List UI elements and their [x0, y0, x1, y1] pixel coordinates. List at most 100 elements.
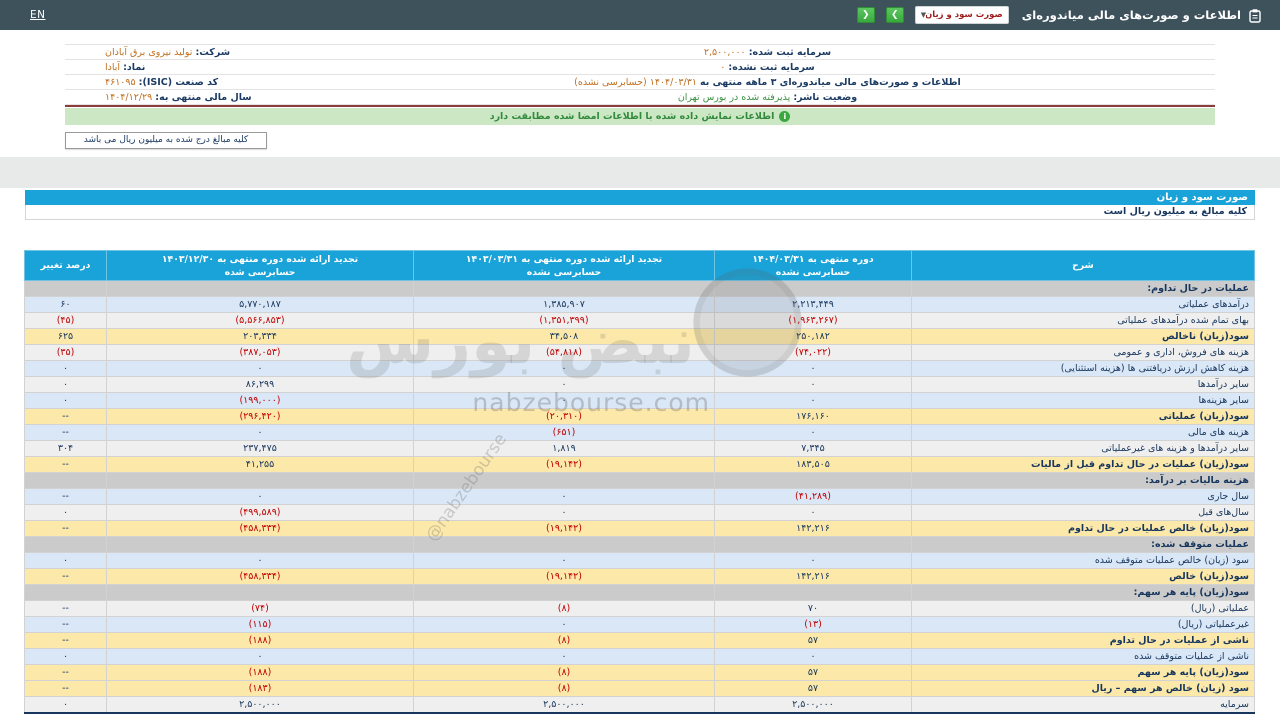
- cell-pct: --: [25, 425, 107, 441]
- cell-v1: ۷,۳۴۵: [715, 441, 912, 457]
- cell-v1: ۰: [715, 361, 912, 377]
- signature-match-notice: i اطلاعات نمایش داده شده با اطلاعات امضا…: [65, 108, 1215, 125]
- cell-desc: سرمایه: [912, 697, 1255, 713]
- prev-statement-button[interactable]: ❮: [857, 7, 875, 23]
- table-row: هزینه کاهش ارزش دریافتنی ها (هزینه استثن…: [25, 361, 1255, 377]
- table-row: سود (زیان) خالص هر سهم – ریال۵۷(۸)(۱۸۳)-…: [25, 681, 1255, 697]
- cell-v1: ۰: [715, 425, 912, 441]
- cell-v1: [715, 473, 912, 489]
- cell-v3: (۱۹۹,۰۰۰): [107, 393, 414, 409]
- header-restated-annual: تجدید ارائه شده دوره منتهی به ۱۴۰۳/۱۲/۳۰…: [107, 251, 414, 281]
- cell-pct: --: [25, 521, 107, 537]
- cell-v2: (۱,۳۵۱,۳۹۹): [414, 313, 715, 329]
- amounts-unit-button[interactable]: کلیه مبالغ درج شده به میلیون ریال می باش…: [65, 132, 267, 149]
- isic-value: ۴۶۱۰۹۵: [105, 77, 136, 88]
- cell-v3: ۰: [107, 553, 414, 569]
- language-toggle-en[interactable]: EN: [30, 9, 46, 21]
- cell-desc: سایر درآمدها: [912, 377, 1255, 393]
- cell-pct: ۰: [25, 361, 107, 377]
- registered-capital-label: سرمایه ثبت شده:: [749, 47, 831, 58]
- table-row: ناشی از عملیات در حال تداوم۵۷(۸)(۱۸۸)--: [25, 633, 1255, 649]
- cell-pct: --: [25, 665, 107, 681]
- cell-v3: ۰: [107, 361, 414, 377]
- cell-v3: ۰: [107, 649, 414, 665]
- top-navbar: اطلاعات و صورت‌های مالی میاندوره‌ای صورت…: [0, 0, 1280, 30]
- header-restated-quarter: تجدید ارائه شده دوره منتهی به ۱۴۰۳/۰۳/۳۱…: [414, 251, 715, 281]
- cell-pct: --: [25, 617, 107, 633]
- page-title: اطلاعات و صورت‌های مالی میاندوره‌ای: [1022, 8, 1241, 22]
- cell-v2: (۶۵۱): [414, 425, 715, 441]
- cell-v1: ۵۷: [715, 665, 912, 681]
- cell-v1: ۰: [715, 377, 912, 393]
- cell-pct: ۶۲۵: [25, 329, 107, 345]
- cell-v3: (۱۸۳): [107, 681, 414, 697]
- cell-pct: [25, 281, 107, 297]
- cell-v2: [414, 537, 715, 553]
- cell-desc: سود(زیان) ناخالص: [912, 329, 1255, 345]
- cell-v1: ۱۴۲,۲۱۶: [715, 521, 912, 537]
- header-percent-change: درصد تغییر: [25, 251, 107, 281]
- cell-v2: ۳۴,۵۰۸: [414, 329, 715, 345]
- cell-pct: ۰: [25, 393, 107, 409]
- cell-v1: (۴۱,۲۸۹): [715, 489, 912, 505]
- table-row: سایر درآمدها۰۰۸۶,۲۹۹۰: [25, 377, 1255, 393]
- cell-pct: ۶۰: [25, 297, 107, 313]
- fiscal-year-value: ۱۴۰۴/۱۲/۲۹: [105, 92, 152, 103]
- table-row: سود (زیان) خالص عملیات متوقف شده۰۰۰۰: [25, 553, 1255, 569]
- cell-v3: ۰: [107, 489, 414, 505]
- header-restated-quarter-audit: حسابرسی نشده: [414, 266, 714, 279]
- company-label: شرکت:: [195, 47, 230, 58]
- cell-desc: غیرعملیاتی (ریال): [912, 617, 1255, 633]
- cell-pct: --: [25, 489, 107, 505]
- info-icon: i: [779, 111, 790, 122]
- table-header-row: شرح دوره منتهی به ۱۴۰۴/۰۳/۳۱ حسابرسی نشد…: [25, 251, 1255, 281]
- table-row: سود(زیان) عملیاتی۱۷۶,۱۶۰(۲۰,۳۱۰)(۲۹۶,۴۲۰…: [25, 409, 1255, 425]
- company-info-panel: سرمایه ثبت شده: ۲,۵۰۰,۰۰۰ شرکت: تولید نی…: [65, 44, 1215, 105]
- header-restated-quarter-date: تجدید ارائه شده دوره منتهی به ۱۴۰۳/۰۳/۳۱: [414, 253, 714, 266]
- statement-title-bar: صورت سود و زیان: [25, 190, 1255, 205]
- cell-v1: [715, 537, 912, 553]
- cell-desc: سایر هزینه‌ها: [912, 393, 1255, 409]
- header-restated-annual-audit: حسابرسی شده: [107, 266, 413, 279]
- cell-desc: هزینه کاهش ارزش دریافتنی ها (هزینه استثن…: [912, 361, 1255, 377]
- cell-desc: ناشی از عملیات متوقف شده: [912, 649, 1255, 665]
- table-row: سود(زیان) ناخالص۲۵۰,۱۸۲۳۴,۵۰۸۲۰۳,۳۳۴۶۲۵: [25, 329, 1255, 345]
- cell-v2: ۲,۵۰۰,۰۰۰: [414, 697, 715, 713]
- table-row: ناشی از عملیات متوقف شده۰۰۰۰: [25, 649, 1255, 665]
- next-statement-button[interactable]: ❯: [886, 7, 904, 23]
- cell-desc: سود (زیان) خالص هر سهم – ریال: [912, 681, 1255, 697]
- statement-dropdown-value: صورت سود و زیان: [926, 10, 1003, 20]
- cell-v2: (۸): [414, 633, 715, 649]
- header-current-period-date: دوره منتهی به ۱۴۰۴/۰۳/۳۱: [715, 253, 911, 266]
- cell-v2: ۰: [414, 649, 715, 665]
- cell-v1: ۲۵۰,۱۸۲: [715, 329, 912, 345]
- cell-v1: (۷۴,۰۲۲): [715, 345, 912, 361]
- cell-pct: [25, 537, 107, 553]
- section-row: سود(زیان) پایه هر سهم:: [25, 585, 1255, 601]
- header-desc: شرح: [912, 251, 1255, 281]
- cell-pct: --: [25, 457, 107, 473]
- table-row: سال جاری(۴۱,۲۸۹)۰۰--: [25, 489, 1255, 505]
- cell-v2: ۰: [414, 617, 715, 633]
- cell-v2: (۱۹,۱۴۲): [414, 521, 715, 537]
- cell-v2: (۸): [414, 665, 715, 681]
- cell-v3: (۴۹۹,۵۸۹): [107, 505, 414, 521]
- cell-v1: [715, 281, 912, 297]
- report-title-label: اطلاعات و صورت‌های مالی میاندوره‌ای ۳ ما…: [700, 77, 961, 88]
- cell-v2: (۱۹,۱۴۲): [414, 569, 715, 585]
- registered-capital-value: ۲,۵۰۰,۰۰۰: [704, 47, 746, 58]
- cell-v3: (۱۸۸): [107, 633, 414, 649]
- publisher-status-label: وضعیت ناشر:: [793, 92, 857, 103]
- cell-v2: (۸): [414, 601, 715, 617]
- cell-pct: (۳۵): [25, 345, 107, 361]
- table-row: سود(زیان) عملیات در حال تداوم قبل از مال…: [25, 457, 1255, 473]
- section-row: عملیات در حال تداوم:: [25, 281, 1255, 297]
- cell-desc: سود(زیان) خالص عملیات در حال تداوم: [912, 521, 1255, 537]
- cell-v3: (۱۸۸): [107, 665, 414, 681]
- cell-v2: ۱,۸۱۹: [414, 441, 715, 457]
- clipboard-icon: [1248, 8, 1262, 23]
- table-row: سود(زیان) خالص۱۴۲,۲۱۶(۱۹,۱۴۲)(۴۵۸,۳۳۴)--: [25, 569, 1255, 585]
- statement-dropdown[interactable]: صورت سود و زیان ▼: [915, 6, 1009, 24]
- cell-v3: ۵,۷۷۰,۱۸۷: [107, 297, 414, 313]
- cell-v2: ۰: [414, 393, 715, 409]
